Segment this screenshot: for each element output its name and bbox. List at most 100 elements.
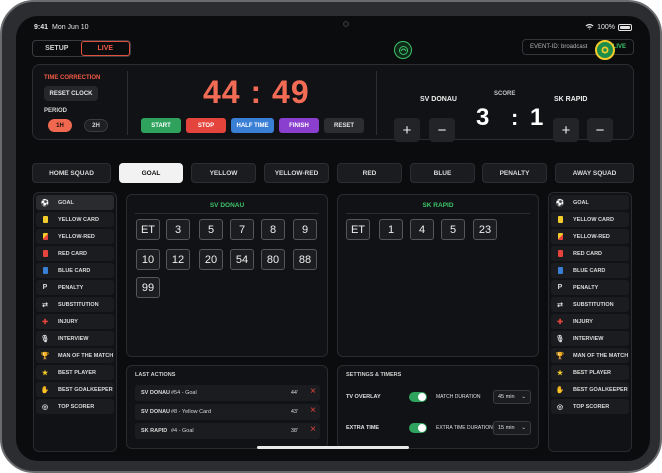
tv-overlay-toggle[interactable]: [409, 392, 427, 402]
home-score-minus-button[interactable]: −: [429, 118, 455, 142]
event-item-goal[interactable]: ⚽ GOAL: [36, 195, 114, 210]
event-item-man-of-the-match[interactable]: 🏆 MAN OF THE MATCH: [551, 348, 629, 363]
player-number-button[interactable]: 10: [136, 249, 160, 270]
score-separator: :: [511, 105, 519, 130]
event-item-yellow-card[interactable]: YELLOW CARD: [36, 212, 114, 227]
home-score-plus-button[interactable]: +: [394, 118, 420, 142]
event-item-best-goalkeeper[interactable]: ✋ BEST GOALKEEPER: [551, 382, 629, 397]
player-number-button[interactable]: 12: [166, 249, 190, 270]
event-item-red-card[interactable]: RED CARD: [551, 246, 629, 261]
stop-button[interactable]: STOP: [186, 118, 226, 133]
event-item-yellow-card[interactable]: YELLOW CARD: [551, 212, 629, 227]
mode-tabs: SETUP LIVE: [32, 40, 131, 57]
event-item-top-scorer[interactable]: ◎ TOP SCORER: [551, 399, 629, 414]
ball-icon: ⚽: [555, 199, 565, 207]
event-item-injury[interactable]: ✚ INJURY: [36, 314, 114, 329]
tab-live[interactable]: LIVE: [80, 41, 130, 56]
delete-icon[interactable]: ×: [310, 405, 316, 416]
player-number-button[interactable]: 23: [473, 219, 497, 240]
tablet-frame: 9:41 Mon Jun 10 100% SETUP LIVE EVENT-ID…: [0, 0, 662, 473]
penalty-icon: P: [42, 284, 48, 291]
player-number-button[interactable]: 1: [379, 219, 403, 240]
finish-button[interactable]: FINISH: [279, 118, 319, 133]
reset-button[interactable]: RESET: [324, 118, 364, 133]
blue-card-icon: [555, 266, 565, 276]
event-item-blue-card[interactable]: BLUE CARD: [36, 263, 114, 278]
player-number-button[interactable]: 80: [261, 249, 285, 270]
microphone-icon: 🎙: [555, 335, 565, 343]
player-number-button[interactable]: 5: [199, 219, 223, 240]
home-squad-button[interactable]: HOME SQUAD: [32, 163, 111, 183]
event-item-interview[interactable]: 🎙 INTERVIEW: [36, 331, 114, 346]
start-button[interactable]: START: [141, 118, 181, 133]
player-number-button[interactable]: ET: [136, 219, 160, 240]
last-actions-panel: LAST ACTIONS SV DONAU #54 - Goal 44' × S…: [126, 365, 328, 449]
yellow-red-card-icon: [40, 232, 50, 242]
period-1h-button[interactable]: 1H: [48, 119, 72, 132]
away-score-plus-button[interactable]: +: [553, 118, 579, 142]
event-item-red-card[interactable]: RED CARD: [36, 246, 114, 261]
substitution-icon: ⇄: [42, 301, 48, 309]
away-team-logo-icon: [595, 40, 615, 60]
player-number-button[interactable]: 9: [293, 219, 317, 240]
home-numbers-title: SV DONAU: [209, 202, 245, 209]
tab-red[interactable]: RED: [337, 163, 402, 183]
battery-icon: [618, 24, 632, 31]
list-item: SV DONAU #54 - Goal 44' ×: [135, 385, 320, 401]
away-squad-button[interactable]: AWAY SQUAD: [555, 163, 634, 183]
player-number-button[interactable]: 5: [441, 219, 465, 240]
microphone-icon: 🎙: [40, 335, 50, 343]
player-number-button[interactable]: 8: [261, 219, 285, 240]
away-score-minus-button[interactable]: −: [587, 118, 613, 142]
tab-penalty[interactable]: PENALTY: [482, 163, 547, 183]
settings-panel: SETTINGS & TIMERS TV OVERLAY MATCH DURAT…: [337, 365, 539, 449]
player-number-button[interactable]: 4: [410, 219, 434, 240]
event-item-best-player[interactable]: ★ BEST PLAYER: [36, 365, 114, 380]
event-item-man-of-the-match[interactable]: 🏆 MAN OF THE MATCH: [36, 348, 114, 363]
player-number-button[interactable]: 54: [230, 249, 254, 270]
home-team-logo-icon: [394, 41, 412, 59]
list-item: SV DONAU #8 - Yellow Card 43' ×: [135, 404, 320, 420]
event-item-yellow-red[interactable]: YELLOW-RED: [551, 229, 629, 244]
match-duration-select[interactable]: 45 min ⌄: [493, 390, 531, 404]
period-2h-button[interactable]: 2H: [84, 119, 108, 132]
event-item-best-player[interactable]: ★ BEST PLAYER: [551, 365, 629, 380]
event-item-penalty[interactable]: P PENALTY: [551, 280, 629, 295]
period-label: PERIOD: [44, 108, 68, 114]
player-number-button[interactable]: 3: [166, 219, 190, 240]
player-number-button[interactable]: 7: [230, 219, 254, 240]
delete-icon[interactable]: ×: [310, 424, 316, 435]
event-item-injury[interactable]: ✚ INJURY: [551, 314, 629, 329]
tab-goal[interactable]: GOAL: [119, 163, 183, 183]
extra-time-duration-select[interactable]: 15 min ⌄: [493, 421, 531, 435]
extra-time-toggle[interactable]: [409, 423, 427, 433]
event-item-substitution[interactable]: ⇄ SUBSTITUTION: [551, 297, 629, 312]
event-item-yellow-red[interactable]: YELLOW-RED: [36, 229, 114, 244]
player-number-button[interactable]: 20: [199, 249, 223, 270]
event-item-goal[interactable]: ⚽ GOAL: [551, 195, 629, 210]
player-number-button[interactable]: ET: [346, 219, 370, 240]
red-card-icon: [40, 249, 50, 259]
event-item-top-scorer[interactable]: ◎ TOP SCORER: [36, 399, 114, 414]
player-number-button[interactable]: 99: [136, 277, 160, 298]
event-item-penalty[interactable]: P PENALTY: [36, 280, 114, 295]
divider: [135, 213, 319, 214]
event-item-interview[interactable]: 🎙 INTERVIEW: [551, 331, 629, 346]
event-item-best-goalkeeper[interactable]: ✋ BEST GOALKEEPER: [36, 382, 114, 397]
glove-icon: ✋: [555, 386, 565, 394]
event-item-blue-card[interactable]: BLUE CARD: [551, 263, 629, 278]
delete-icon[interactable]: ×: [310, 386, 316, 397]
tab-yellow[interactable]: YELLOW: [191, 163, 256, 183]
tab-setup[interactable]: SETUP: [33, 41, 81, 56]
home-indicator[interactable]: [257, 446, 409, 449]
home-player-numbers-panel: SV DONAU ET 3 5 7 8 9 10 12 20 54 80 88 …: [126, 194, 328, 357]
player-number-button[interactable]: 88: [293, 249, 317, 270]
tab-blue[interactable]: BLUE: [410, 163, 475, 183]
reset-clock-button[interactable]: RESET CLOCK: [44, 86, 98, 101]
tab-yellow-red[interactable]: YELLOW-RED: [264, 163, 329, 183]
event-item-substitution[interactable]: ⇄ SUBSTITUTION: [36, 297, 114, 312]
penalty-icon: P: [557, 284, 563, 291]
half-time-button[interactable]: HALF TIME: [231, 118, 274, 133]
wifi-icon: [585, 23, 594, 32]
away-score: 1: [530, 104, 544, 131]
